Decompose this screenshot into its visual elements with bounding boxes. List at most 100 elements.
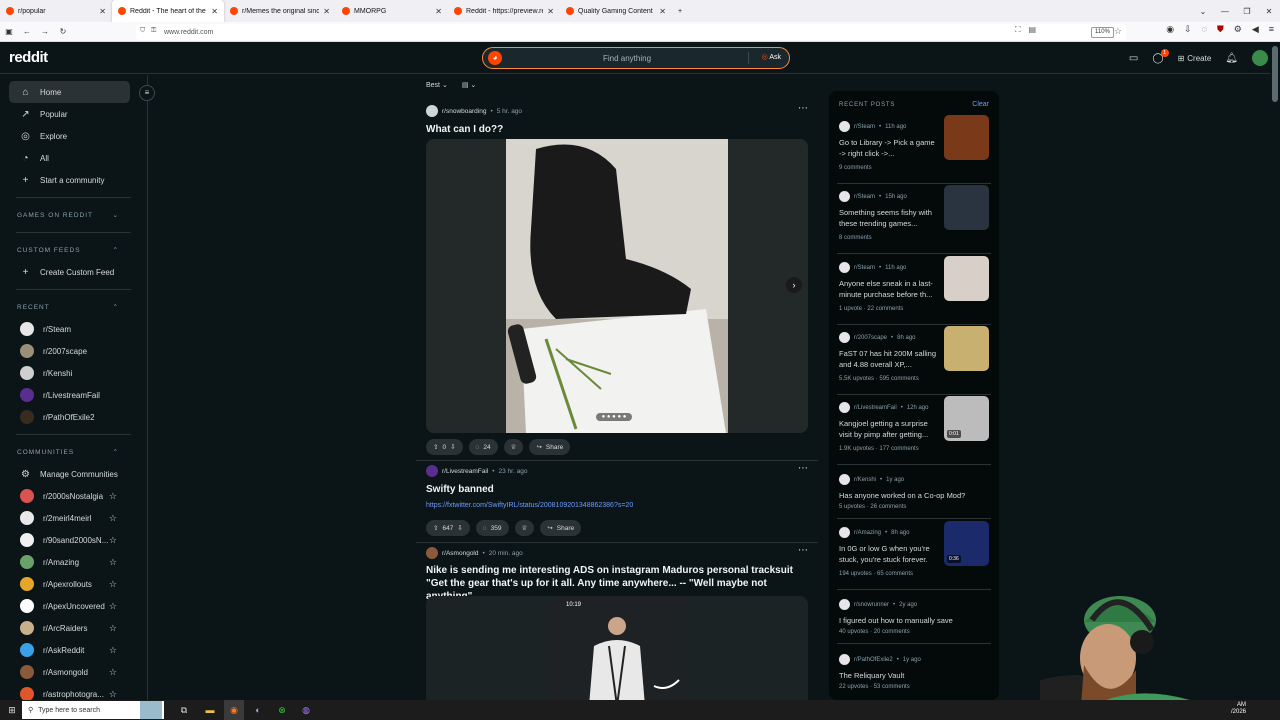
view-dropdown[interactable]: ▤ ⌄ [462, 81, 476, 89]
sidebar-community-item[interactable]: r/AskReddit ☆ [0, 639, 147, 661]
subreddit-link[interactable]: r/Asmongold [442, 550, 479, 557]
sidebar-item-popular[interactable]: ↗ Popular [0, 103, 147, 125]
sidebar-item-start-community[interactable]: + Start a community [0, 169, 147, 191]
recent-post-thumbnail[interactable] [944, 115, 989, 160]
zoom-level[interactable]: 110% [1091, 27, 1114, 38]
scrollbar-thumb[interactable] [1272, 46, 1278, 102]
sidebar-community-item[interactable]: r/ApexUncovered ☆ [0, 595, 147, 617]
upvote-icon[interactable]: ⇧ [433, 524, 438, 532]
ask-button[interactable]: ◎ Ask [762, 53, 781, 61]
subreddit-link[interactable]: r/Steam [854, 194, 875, 200]
recent-post-item[interactable]: r/Steam • 11h ago Go to Library -> Pick a g… [829, 115, 999, 191]
downvote-icon[interactable]: ⇩ [450, 443, 455, 451]
sidebar-toggle-icon[interactable]: ▣ [0, 27, 18, 36]
user-avatar[interactable] [1252, 50, 1268, 66]
notifications-icon[interactable]: 🔔︎ [1225, 53, 1238, 64]
share-button[interactable]: ↪ Share [529, 439, 571, 455]
create-post-button[interactable]: ⊞ Create [1178, 54, 1212, 63]
recent-post-thumbnail[interactable] [944, 185, 989, 230]
task-view-icon[interactable]: ⧉ [174, 700, 194, 720]
close-window-icon[interactable]: ✕ [1258, 0, 1280, 22]
browser-tab[interactable]: r/Memes the original since 20✕ [224, 0, 336, 22]
more-options-icon[interactable]: ⋯ [798, 103, 808, 114]
comments-button[interactable]: ◌ 359 [475, 520, 509, 536]
post-title[interactable]: Swifty banned [426, 483, 806, 496]
upvote-icon[interactable]: ⇧ [433, 443, 438, 451]
sidebar-community-item[interactable]: r/astrophotogra... ☆ [0, 683, 147, 700]
award-button[interactable]: ♕ [514, 520, 535, 536]
sidebar-community-item[interactable]: r/90sand2000sN... ☆ [0, 529, 147, 551]
close-tab-icon[interactable]: ✕ [659, 7, 666, 16]
recent-post-item[interactable]: r/PathOfExile2 • 1y ago The Reliquary Vault… [829, 654, 999, 700]
advertise-icon[interactable]: ▭ [1129, 53, 1138, 64]
award-button[interactable]: ♕ [503, 439, 524, 455]
sidebar-recent-item[interactable]: r/Steam [0, 318, 147, 340]
games-section-header[interactable]: GAMES ON REDDIT ⌄ [0, 204, 147, 226]
chat-icon[interactable]: ◯ 1 [1152, 48, 1169, 64]
manage-communities[interactable]: ⚙ Manage Communities [0, 463, 147, 485]
recent-post-item[interactable]: r/2007scape • 8h ago FaST 07 has hit 200M s… [829, 326, 999, 402]
account-icon[interactable]: ◌ [1202, 24, 1207, 35]
more-options-icon[interactable]: ⋯ [798, 463, 808, 474]
sidebar-recent-item[interactable]: r/2007scape [0, 340, 147, 362]
close-tab-icon[interactable]: ✕ [435, 7, 442, 16]
downloads-icon[interactable]: ⇩ [1184, 24, 1192, 35]
downvote-icon[interactable]: ⇩ [457, 524, 462, 532]
new-tab-button[interactable]: + [672, 0, 692, 22]
subreddit-link[interactable]: r/snowrunner [854, 602, 889, 608]
sidebar-community-item[interactable]: r/ArcRaiders ☆ [0, 617, 147, 639]
recent-post-thumbnail[interactable]: 0:01 [944, 396, 989, 441]
recent-post-title[interactable]: In 0G or low G when you're stuck, you're… [839, 543, 939, 565]
minimize-icon[interactable]: — [1214, 0, 1236, 22]
reader-icon[interactable]: ▤ [1028, 25, 1036, 35]
subreddit-link[interactable]: r/snowboarding [442, 108, 486, 115]
lock-icon[interactable]: ⚿ [151, 27, 156, 35]
close-tab-icon[interactable]: ✕ [211, 7, 218, 16]
restore-icon[interactable]: ❐ [1236, 0, 1258, 22]
xbox-icon[interactable]: ⊗ [272, 700, 292, 720]
reload-icon[interactable]: ↻ [54, 27, 72, 36]
clear-button[interactable]: Clear [972, 101, 989, 108]
subreddit-link[interactable]: r/Kenshi [854, 477, 876, 483]
search-bar[interactable]: ◕ Find anything ◎ Ask [482, 47, 790, 69]
extensions-icon[interactable]: ⚙ [1234, 24, 1242, 35]
sidebar-item-explore[interactable]: ◎ Explore [0, 125, 147, 147]
close-tab-icon[interactable]: ✕ [547, 7, 554, 16]
recent-post-title[interactable]: Go to Library -> Pick a game -> right cl… [839, 137, 939, 159]
vote-button[interactable]: ⇧ 647 ⇩ [426, 520, 470, 536]
collapse-sidebar-button[interactable]: ≡ [139, 85, 155, 101]
subreddit-link[interactable]: r/LivestreamFail [442, 468, 488, 475]
recent-post-title[interactable]: FaST 07 has hit 200M salling and 4.88 ov… [839, 348, 939, 370]
taskbar-clock[interactable]: AM/2026 [1231, 702, 1246, 716]
post-link[interactable]: https://fxtwitter.com/SwiftyIRL/status/2… [426, 502, 633, 509]
recent-post-title[interactable]: Anyone else sneak in a last-minute purch… [839, 278, 939, 300]
windows-start-icon[interactable]: ⊞ [2, 700, 22, 720]
shield-icon[interactable]: ⛉ [140, 27, 145, 35]
favorite-star-icon[interactable]: ☆ [109, 689, 117, 700]
sidebar-recent-item[interactable]: r/PathOfExile2 [0, 406, 147, 428]
recent-post-item[interactable]: r/Amazing • 8h ago In 0G or low G when you'… [829, 521, 999, 597]
sidebar-item-home[interactable]: ⌂ Home [9, 81, 130, 103]
subreddit-link[interactable]: r/Amazing [854, 530, 881, 536]
discord-icon[interactable]: ◍ [296, 700, 316, 720]
forward-icon[interactable]: → [36, 27, 54, 36]
share-button[interactable]: ↪ Share [540, 520, 582, 536]
browser-tab[interactable]: Reddit - https://preview.redd.it✕ [448, 0, 560, 22]
sidebar-recent-item[interactable]: r/LivestreamFail [0, 384, 147, 406]
sidebar-community-item[interactable]: r/Amazing ☆ [0, 551, 147, 573]
favorite-star-icon[interactable]: ☆ [109, 491, 117, 502]
subreddit-link[interactable]: r/Steam [854, 265, 875, 271]
browser-tab[interactable]: MMORPG ✕ [336, 0, 448, 22]
browser-tab[interactable]: Quality Gaming Content and Di✕ [560, 0, 672, 22]
ublock-icon[interactable]: ⛊ [1217, 24, 1224, 35]
favorite-star-icon[interactable]: ☆ [109, 623, 117, 634]
favorite-star-icon[interactable]: ☆ [109, 535, 117, 546]
sidebar-item-all[interactable]: ◔ All [0, 147, 147, 169]
search-input[interactable]: Find anything [603, 54, 651, 63]
post-image-carousel[interactable]: › ● ● ● ● ● [426, 139, 808, 433]
sidebar-community-item[interactable]: r/2meirl4meirl ☆ [0, 507, 147, 529]
create-custom-feed[interactable]: + Create Custom Feed [0, 261, 147, 283]
sidebar-recent-item[interactable]: r/Kenshi [0, 362, 147, 384]
close-tab-icon[interactable]: ✕ [99, 7, 106, 16]
url-bar[interactable]: ⛉ ⚿ www.reddit.com 110% ⛶ ▤ ☆ [136, 24, 1126, 40]
